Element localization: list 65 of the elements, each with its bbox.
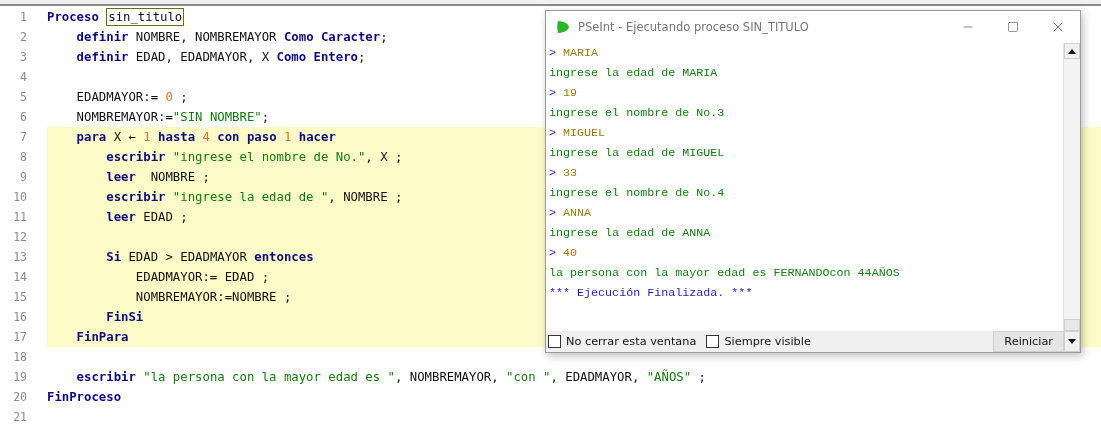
line-number: 2 — [19, 29, 28, 46]
console-line: > ANNA — [549, 205, 593, 222]
console-line: ingrese la edad de MIGUEL — [549, 145, 726, 162]
console-line: > 40 — [549, 245, 579, 262]
console-line: > MARIA — [549, 45, 600, 62]
line-number: 19 — [12, 369, 28, 386]
code-line: Proceso sin_titulo — [47, 7, 185, 27]
code-line: escribir "ingrese el nombre de No.", X ; — [105, 149, 403, 166]
line-number: 17 — [12, 329, 28, 346]
checkbox[interactable] — [548, 335, 561, 348]
line-number: 15 — [12, 289, 28, 306]
console-line: ingrese el nombre de No.4 — [549, 185, 726, 202]
console-line: > 19 — [549, 85, 579, 102]
code-line: Si EDAD > EDADMAYOR entonces — [105, 249, 314, 266]
line-number: 6 — [19, 109, 28, 126]
line-number: 11 — [12, 209, 28, 226]
line-number: 5 — [19, 89, 28, 106]
line-number: 9 — [19, 169, 28, 186]
console-line: > 33 — [549, 165, 579, 182]
code-line: escribir "la persona con la mayor edad es ", NOMBREMAYOR, "con ", EDADMAYOR, "AÑOS" ; — [75, 368, 706, 386]
code-line: definir NOMBRE, NOMBREMAYOR Como Caracter; — [75, 29, 388, 46]
code-line: NOMBREMAYOR:="SIN NOMBRE"; — [75, 109, 270, 126]
code-line: EDADMAYOR:= 0 ; — [75, 89, 188, 106]
line-number: 14 — [12, 269, 28, 286]
line-number: 10 — [12, 189, 28, 206]
line-number: 3 — [19, 49, 28, 66]
up-arrow-icon — [1068, 48, 1076, 54]
restart-button[interactable]: Reiniciar — [993, 331, 1064, 352]
maximize-icon — [1006, 21, 1019, 33]
code-line: FinSi — [105, 309, 144, 326]
line-number: 4 — [19, 69, 28, 86]
line-number: 13 — [12, 249, 28, 266]
code-line: NOMBREMAYOR:=NOMBRE ; — [134, 289, 292, 306]
code-line: FinProceso — [47, 389, 122, 406]
option-checkbox[interactable]: Siempre visible — [706, 335, 811, 348]
scroll-up-button[interactable] — [1064, 43, 1080, 59]
app-logo-icon — [556, 20, 570, 34]
code-line: leer EDAD ; — [105, 209, 188, 226]
checkbox[interactable] — [706, 335, 720, 348]
scroll-thumb[interactable] — [1064, 319, 1080, 331]
code-line: escribir "ingrese la edad de ", NOMBRE ; — [105, 189, 403, 206]
scrollbar[interactable] — [1063, 43, 1080, 331]
window-title: PSeInt - Ejecutando proceso SIN_TITULO — [578, 20, 810, 34]
code-line: EDADMAYOR:= EDAD ; — [134, 269, 270, 286]
code-line: FinPara — [75, 329, 129, 346]
console-line: ingrese la edad de MARIA — [549, 65, 719, 82]
line-number: 7 — [19, 129, 28, 146]
line-number: 8 — [19, 149, 28, 166]
console-line: *** Ejecución Finalizada. *** — [549, 285, 754, 302]
down-arrow-icon — [1068, 339, 1076, 344]
line-number: 21 — [12, 409, 28, 426]
code-line: leer NOMBRE ; — [105, 169, 210, 186]
console-line: ingrese la edad de ANNA — [549, 225, 712, 242]
scroll-down-button[interactable] — [1064, 331, 1080, 352]
code-line: definir EDAD, EDADMAYOR, X Como Entero; — [75, 49, 366, 66]
console-line: la persona con la mayor edad es FERNANDOcon 44AÑOS — [549, 265, 901, 282]
option-label: Siempre visible — [724, 335, 811, 348]
code-line: para X ← 1 hasta 4 con paso 1 hacer — [75, 129, 336, 146]
line-number: 16 — [12, 309, 28, 326]
line-number: 1 — [19, 9, 28, 26]
console-line: ingrese el nombre de No.3 — [549, 105, 726, 122]
line-number: 20 — [12, 389, 28, 406]
line-number: 12 — [12, 229, 28, 246]
console-line: > MIGUEL — [549, 125, 607, 142]
line-number: 18 — [12, 349, 28, 366]
